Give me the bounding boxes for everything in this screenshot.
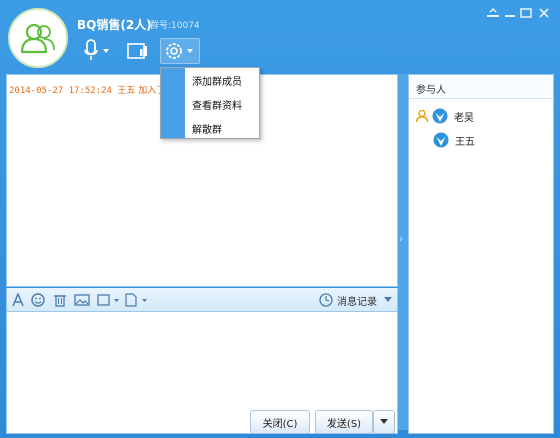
message-history-label: 消息记录 bbox=[337, 296, 377, 308]
image-icon[interactable] bbox=[74, 292, 90, 308]
menu-item-add-members[interactable]: 添加群成员 bbox=[185, 68, 260, 92]
message-timestamp: 2014-05-27 17:52:24 bbox=[9, 86, 112, 96]
send-button[interactable]: 发送(S) bbox=[315, 410, 373, 434]
history-dropdown-icon[interactable] bbox=[383, 292, 393, 308]
participants-header: 参与人 bbox=[409, 75, 553, 99]
group-avatar-icon bbox=[20, 23, 55, 54]
gear-icon bbox=[166, 43, 193, 59]
settings-menu: 添加群成员 查看群资料 解散群 bbox=[160, 67, 260, 139]
panel-splitter[interactable] bbox=[398, 74, 408, 430]
minimize-icon[interactable] bbox=[502, 6, 518, 20]
participant-name: 王五 bbox=[455, 136, 475, 148]
settings-button[interactable] bbox=[160, 38, 200, 64]
font-icon[interactable] bbox=[11, 292, 25, 308]
chat-message: 2014-05-27 17:52:24 王五 加入了群 bbox=[9, 83, 174, 96]
participant-name: 老吴 bbox=[454, 112, 474, 124]
collapse-arrow-icon[interactable]: › bbox=[399, 234, 403, 245]
screenshot-icon[interactable] bbox=[97, 292, 121, 308]
microphone-icon bbox=[84, 39, 109, 60]
close-button[interactable]: 关闭(C) bbox=[250, 410, 310, 434]
group-avatar[interactable] bbox=[8, 8, 68, 68]
screen-share-button[interactable] bbox=[124, 38, 152, 64]
send-options-button[interactable] bbox=[373, 410, 395, 434]
close-icon[interactable] bbox=[536, 6, 552, 20]
owner-icon bbox=[415, 109, 429, 123]
message-history-button[interactable]: 消息记录 bbox=[319, 291, 377, 309]
clock-icon bbox=[319, 293, 333, 307]
format-toolbar: 消息记录 bbox=[6, 288, 398, 312]
participant-item[interactable]: 王五 bbox=[433, 129, 475, 151]
chat-window: BQ销售(2人) 群号:10074 2014-05-27 17:52:24 王五… bbox=[0, 0, 560, 438]
user-avatar-icon bbox=[432, 108, 448, 124]
microphone-button[interactable] bbox=[80, 38, 114, 64]
maximize-icon[interactable] bbox=[518, 6, 534, 20]
file-icon[interactable] bbox=[123, 292, 149, 308]
delete-icon[interactable] bbox=[53, 292, 67, 308]
menu-item-view-group-info[interactable]: 查看群资料 bbox=[185, 92, 260, 116]
title-bar: BQ销售(2人) 群号:10074 bbox=[0, 0, 560, 72]
participant-item[interactable]: 老吴 bbox=[415, 105, 474, 127]
participants-panel: 参与人 老吴 王五 bbox=[408, 74, 554, 434]
user-avatar-icon bbox=[433, 132, 449, 148]
message-input[interactable]: 关闭(C) 发送(S) bbox=[6, 312, 398, 434]
emoji-icon[interactable] bbox=[31, 292, 45, 308]
screen-share-icon bbox=[127, 43, 147, 59]
chevron-down-icon bbox=[380, 419, 388, 424]
group-title: BQ销售(2人) bbox=[77, 18, 152, 32]
group-number: 群号:10074 bbox=[150, 21, 200, 31]
menu-icon[interactable] bbox=[485, 6, 501, 20]
menu-rail bbox=[161, 68, 185, 138]
menu-item-dissolve-group[interactable]: 解散群 bbox=[185, 116, 260, 140]
